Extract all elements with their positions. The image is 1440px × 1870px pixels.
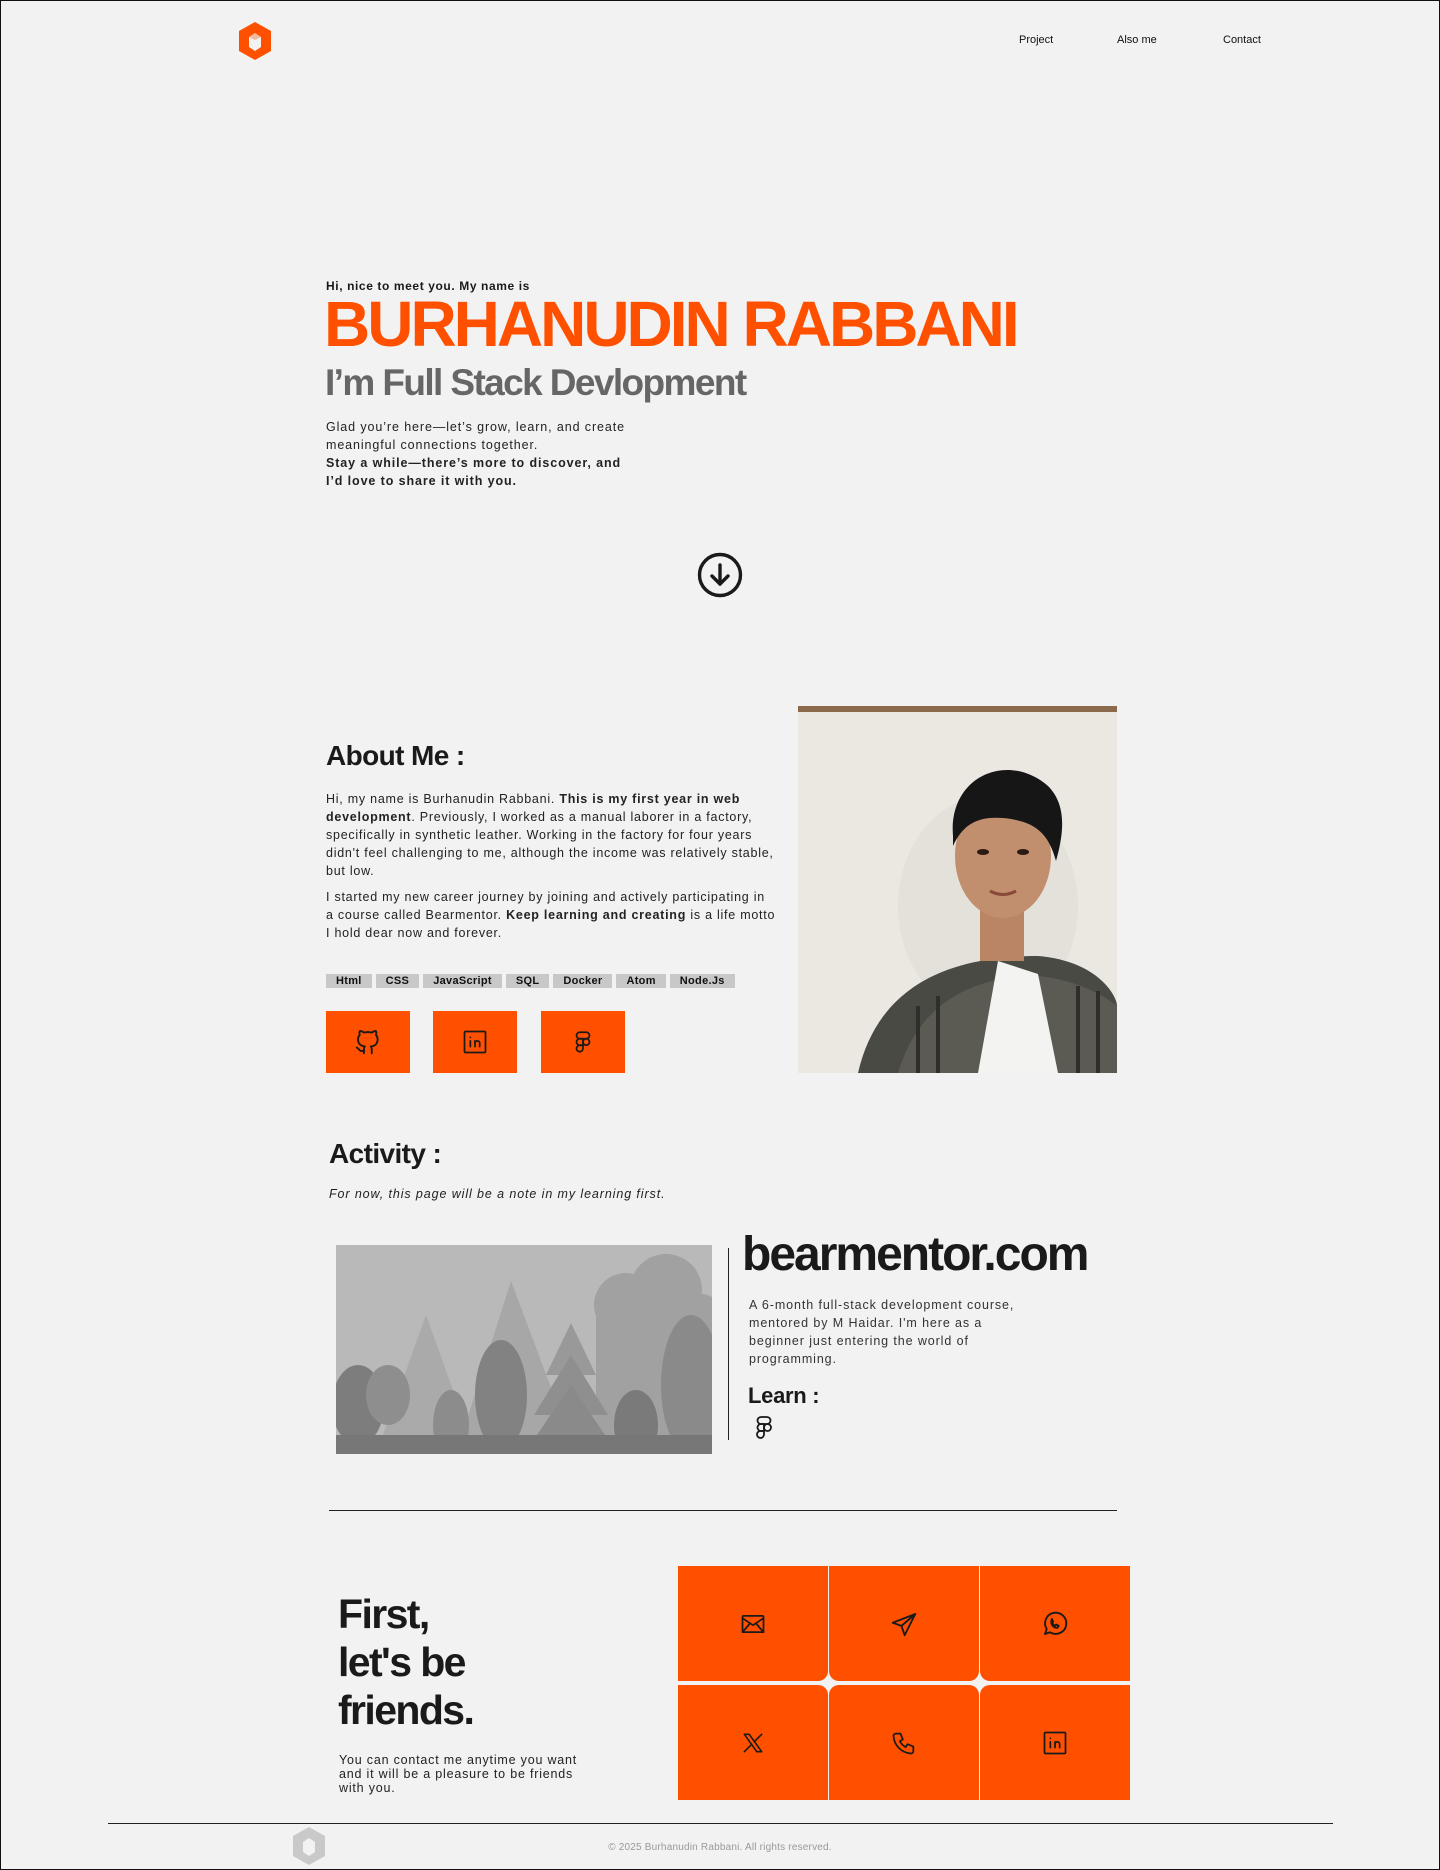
nav-link-also-me[interactable]: Also me [1117,34,1157,46]
about-p1-start: Hi, my name is Burhanudin Rabbani. [326,792,560,806]
github-icon [355,1030,379,1055]
hero-name: BURHANUDIN RABBANI [324,288,1020,360]
top-nav: Project Also me Contact [0,34,1440,50]
skill-tag: Node.Js [669,974,735,988]
email-button[interactable] [678,1566,828,1681]
x-button[interactable] [678,1685,828,1800]
x-icon [743,1733,763,1752]
skill-tag: Html [326,974,372,988]
linkedin-icon [463,1030,487,1054]
about-paragraph-2: I started my new career journey by joini… [326,888,776,942]
activity-divider [728,1248,729,1440]
hero-intro: Glad you’re here—let’s grow, learn, and … [326,418,626,490]
phone-button[interactable] [829,1685,979,1800]
contact-text: You can contact me anytime you want and … [339,1753,578,1795]
whatsapp-icon [1044,1611,1068,1635]
activity-title: Activity : [329,1138,442,1169]
contact-headline: First, let's be friends. [338,1590,558,1734]
linkedin-icon [1043,1731,1067,1754]
footer-copyright: © 2025 Burhanudin Rabbani. All rights re… [608,1842,832,1853]
phone-icon [892,1732,915,1754]
skill-tag: JavaScript [423,974,502,988]
whatsapp-button[interactable] [980,1566,1130,1681]
learn-title: Learn : [748,1383,820,1408]
telegram-icon [891,1612,917,1636]
contact-headline-line: First, [338,1591,430,1637]
linkedin-button[interactable] [433,1011,517,1073]
contact-headline-line: friends. [338,1687,475,1733]
footer-divider [108,1823,1333,1824]
github-button[interactable] [326,1011,410,1073]
hero-role: I’m Full Stack Devlopment [325,362,747,403]
activity-note: For now, this page will be a note in my … [329,1187,666,1201]
telegram-button[interactable] [829,1566,979,1681]
hero-intro-text: Glad you’re here—let’s grow, learn, and … [326,420,625,452]
activity-description: A 6-month full-stack development course,… [749,1298,1015,1366]
nav-link-contact[interactable]: Contact [1223,34,1261,46]
about-p2-bold: Keep learning and creating [506,908,687,922]
skill-tag: SQL [505,974,550,988]
mail-icon [741,1614,765,1633]
profile-photo [798,706,1117,1073]
hero-intro-strong: Stay a while—there’s more to discover, a… [326,456,622,488]
skill-tag: Docker [553,974,613,988]
figma-icon [575,1031,591,1053]
activity-image [336,1245,712,1454]
contact-headline-line: let's be [338,1639,466,1685]
about-paragraph-1: Hi, my name is Burhanudin Rabbani. This … [326,790,776,880]
figma-button[interactable] [541,1011,625,1073]
figma-icon [756,1416,772,1439]
contact-grid [678,1566,1130,1800]
skill-tag: Atom [616,974,666,988]
arrow-down-circle-icon[interactable] [697,552,743,598]
section-divider [329,1510,1117,1511]
activity-site-title[interactable]: bearmentor.com [742,1227,1089,1282]
skill-tag: CSS [375,974,420,988]
linkedin-contact-button[interactable] [980,1685,1130,1800]
about-title: About Me : [326,740,465,771]
nav-link-project[interactable]: Project [1019,34,1053,46]
skill-tags: Html CSS JavaScript SQL Docker Atom Node… [326,974,735,988]
